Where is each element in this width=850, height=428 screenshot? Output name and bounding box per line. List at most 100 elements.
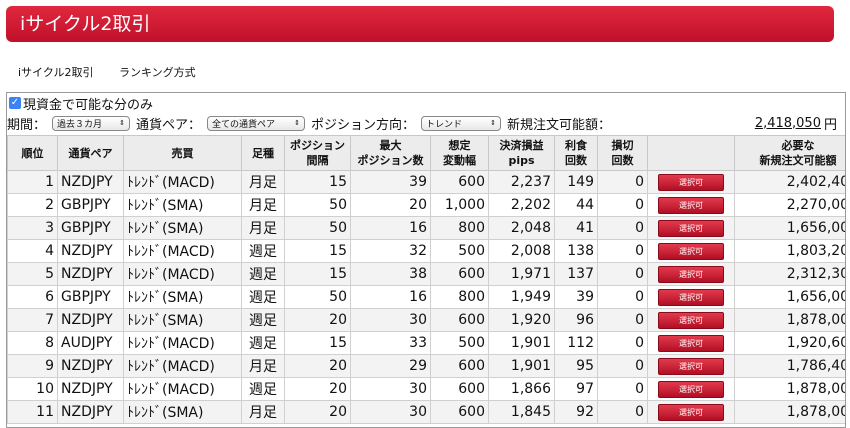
table-cell: 600 xyxy=(430,377,489,401)
table-cell: 1,949 xyxy=(488,285,555,309)
select-button[interactable]: 選択可 xyxy=(658,197,724,214)
table-cell: 600 xyxy=(430,354,489,378)
table-body: 1 NZDJPY ﾄﾚﾝﾄﾞ(MACD) 月足 15 39 600 2,237 149 0 選択可 2… xyxy=(7,170,845,424)
table-cell: 38 xyxy=(350,262,431,286)
select-button[interactable]: 選択可 xyxy=(658,243,724,260)
table-cell: 138 xyxy=(554,239,598,263)
table-cell: 600 xyxy=(430,308,489,332)
table-cell: 8 xyxy=(7,331,58,355)
table-cell: ﾄﾚﾝﾄﾞ(SMA) xyxy=(123,400,242,424)
select-button[interactable]: 選択可 xyxy=(658,381,724,398)
select-button[interactable]: 選択可 xyxy=(658,220,724,237)
tab-ranking[interactable]: ランキング方式 xyxy=(119,66,196,79)
table-cell: 1 xyxy=(7,170,58,194)
table-cell: NZDJPY xyxy=(57,400,124,424)
column-header: 必要な 新規注文可能額 xyxy=(734,135,845,171)
select-button[interactable]: 選択可 xyxy=(658,289,724,306)
table-cell: 1,901 xyxy=(488,331,555,355)
table-cell: AUDJPY xyxy=(57,331,124,355)
table-row: 4 NZDJPY ﾄﾚﾝﾄﾞ(MACD) 週足 15 32 500 2,008 138 0 選択可 1… xyxy=(7,239,845,263)
table-cell: NZDJPY xyxy=(57,308,124,332)
pair-select[interactable]: 全ての通貨ペア ⇕ xyxy=(207,115,306,131)
select-button[interactable]: 選択可 xyxy=(658,404,724,421)
table-cell: 2,008 xyxy=(488,239,555,263)
table-cell: 800 xyxy=(430,285,489,309)
table-cell: 月足 xyxy=(241,354,285,378)
select-button[interactable]: 選択可 xyxy=(658,335,724,352)
column-header: 損切 回数 xyxy=(597,135,648,171)
select-arrows-icon: ⇕ xyxy=(294,119,301,127)
table-cell: 32 xyxy=(350,239,431,263)
table-cell: 1,845 xyxy=(488,400,555,424)
table-cell: 週足 xyxy=(241,262,285,286)
table-cell: 6 xyxy=(7,285,58,309)
table-cell: ﾄﾚﾝﾄﾞ(SMA) xyxy=(123,193,242,217)
table-cell: 29 xyxy=(350,354,431,378)
cash-only-label: 現資金で可能な分のみ xyxy=(23,97,154,113)
column-header: 最大 ポジション数 xyxy=(350,135,431,171)
pair-label: 通貨ペア： xyxy=(136,117,202,133)
table-cell: 20 xyxy=(284,377,351,401)
period-select[interactable]: 過去３カ月 ⇕ xyxy=(52,115,131,131)
required-amount-cell: 1,786,400 xyxy=(734,354,845,378)
select-cell: 選択可 xyxy=(647,193,735,217)
table-cell: 800 xyxy=(430,216,489,240)
available-amount: 2,418,050 xyxy=(754,115,821,131)
table-cell: 週足 xyxy=(241,308,285,332)
select-cell: 選択可 xyxy=(647,400,735,424)
period-label: 期間： xyxy=(7,117,47,133)
table-cell: GBPJPY xyxy=(57,193,124,217)
column-header: 利食 回数 xyxy=(554,135,598,171)
table-cell: ﾄﾚﾝﾄﾞ(SMA) xyxy=(123,216,242,240)
select-button[interactable]: 選択可 xyxy=(658,312,724,329)
table-row: 11 NZDJPY ﾄﾚﾝﾄﾞ(SMA) 月足 20 30 600 1,845 92 0 選択可 1,… xyxy=(7,400,845,424)
select-cell: 選択可 xyxy=(647,216,735,240)
select-button[interactable]: 選択可 xyxy=(658,266,724,283)
table-row: 5 NZDJPY ﾄﾚﾝﾄﾞ(MACD) 週足 15 38 600 1,971 137 0 選択可 2… xyxy=(7,262,845,286)
table-cell: ﾄﾚﾝﾄﾞ(MACD) xyxy=(123,377,242,401)
table-cell: ﾄﾚﾝﾄﾞ(MACD) xyxy=(123,354,242,378)
table-cell: 16 xyxy=(350,285,431,309)
required-amount-cell: 1,656,000 xyxy=(734,216,845,240)
table-cell: 20 xyxy=(284,400,351,424)
table-row: 9 NZDJPY ﾄﾚﾝﾄﾞ(MACD) 月足 20 29 600 1,901 95 0 選択可 1,… xyxy=(7,354,845,378)
table-cell: 7 xyxy=(7,308,58,332)
table-cell: ﾄﾚﾝﾄﾞ(SMA) xyxy=(123,308,242,332)
table-row: 3 GBPJPY ﾄﾚﾝﾄﾞ(SMA) 月足 50 16 800 2,048 41 0 選択可 1,6… xyxy=(7,216,845,240)
direction-select-value: トレンド xyxy=(426,119,463,130)
filter-bar: 期間： 過去３カ月 ⇕ 通貨ペア： 全ての通貨ペア ⇕ ポジション方向： トレン… xyxy=(7,113,841,133)
column-header: 順位 xyxy=(7,135,58,171)
table-cell: 9 xyxy=(7,354,58,378)
table-row: 10 NZDJPY ﾄﾚﾝﾄﾞ(MACD) 週足 20 30 600 1,866 97 0 選択可 1… xyxy=(7,377,845,401)
table-cell: NZDJPY xyxy=(57,262,124,286)
table-cell: 週足 xyxy=(241,239,285,263)
table-cell: 0 xyxy=(597,308,648,332)
table-cell: 600 xyxy=(430,400,489,424)
required-amount-cell: 2,270,000 xyxy=(734,193,845,217)
select-cell: 選択可 xyxy=(647,285,735,309)
cash-only-checkbox[interactable]: ✓ xyxy=(9,97,21,109)
table-cell: 1,971 xyxy=(488,262,555,286)
table-cell: 20 xyxy=(350,193,431,217)
table-cell: 600 xyxy=(430,170,489,194)
table-cell: 0 xyxy=(597,354,648,378)
table-cell: 週足 xyxy=(241,331,285,355)
pair-select-value: 全ての通貨ペア xyxy=(212,119,276,130)
table-row: 1 NZDJPY ﾄﾚﾝﾄﾞ(MACD) 月足 15 39 600 2,237 149 0 選択可 2… xyxy=(7,170,845,194)
table-cell: 20 xyxy=(284,308,351,332)
column-header: 売買 xyxy=(123,135,242,171)
table-cell: 92 xyxy=(554,400,598,424)
table-cell: 0 xyxy=(597,400,648,424)
table-cell: 30 xyxy=(350,308,431,332)
tab-icycle2[interactable]: iサイクル2取引 xyxy=(18,66,94,79)
select-button[interactable]: 選択可 xyxy=(658,358,724,375)
available-label: 新規注文可能額： xyxy=(507,117,612,133)
direction-select[interactable]: トレンド ⇕ xyxy=(421,115,502,131)
required-amount-cell: 1,656,000 xyxy=(734,285,845,309)
table-cell: 4 xyxy=(7,239,58,263)
table-cell: NZDJPY xyxy=(57,354,124,378)
select-cell: 選択可 xyxy=(647,331,735,355)
select-button[interactable]: 選択可 xyxy=(658,174,724,191)
table-cell: 50 xyxy=(284,216,351,240)
table-cell: 600 xyxy=(430,262,489,286)
